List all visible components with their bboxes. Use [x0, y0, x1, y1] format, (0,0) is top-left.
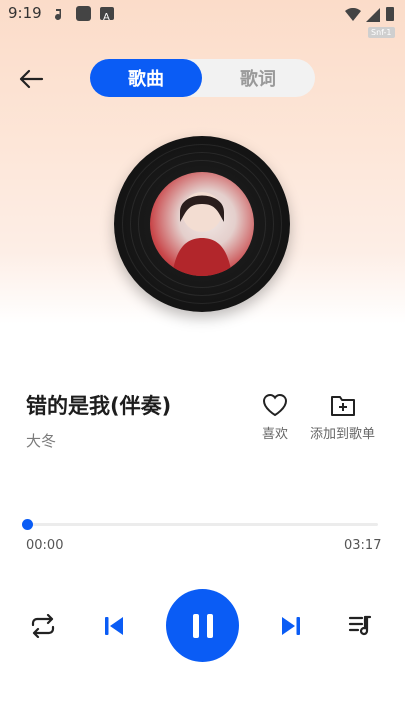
playlist-icon: [348, 615, 372, 636]
repeat-icon: [31, 614, 55, 638]
app-icon: [76, 6, 91, 21]
back-button[interactable]: [14, 62, 48, 96]
next-button[interactable]: [274, 609, 308, 643]
status-badge: Snf-1: [368, 27, 395, 38]
progress-track[interactable]: [26, 523, 378, 526]
playlist-button[interactable]: [344, 609, 378, 643]
heart-icon: [262, 394, 288, 417]
tab-lyrics[interactable]: 歌词: [202, 59, 314, 97]
pause-button[interactable]: [166, 589, 239, 662]
tab-song[interactable]: 歌曲: [90, 59, 202, 97]
song-artist[interactable]: 大冬: [26, 430, 56, 451]
tab-bar: 歌曲 歌词: [90, 59, 315, 97]
like-label: 喜欢: [262, 427, 289, 442]
next-icon: [282, 617, 300, 635]
add-folder-icon: [330, 396, 355, 416]
total-time: 03:17: [344, 538, 382, 553]
previous-button[interactable]: [97, 609, 131, 643]
add-to-playlist-button[interactable]: 添加到歌单: [310, 393, 375, 442]
previous-icon: [105, 617, 123, 635]
svg-text:A: A: [103, 12, 110, 22]
wifi-icon: [345, 7, 361, 22]
song-title: 错的是我(伴奏): [26, 394, 172, 418]
music-note-icon: [52, 7, 65, 20]
pause-icon: [192, 613, 213, 638]
current-time: 00:00: [26, 538, 64, 553]
repeat-button[interactable]: [26, 609, 60, 643]
keyboard-indicator-icon: A: [100, 7, 114, 23]
add-to-playlist-label: 添加到歌单: [310, 427, 376, 442]
back-arrow-icon: [19, 69, 44, 89]
battery-icon: [386, 7, 394, 21]
like-button[interactable]: 喜欢: [262, 393, 288, 442]
status-time: 9:19: [8, 4, 42, 22]
album-cover: [150, 172, 254, 276]
signal-icon: [366, 7, 380, 22]
progress-thumb[interactable]: [22, 519, 33, 530]
status-bar: 9:19 A Snf-1: [0, 0, 405, 38]
